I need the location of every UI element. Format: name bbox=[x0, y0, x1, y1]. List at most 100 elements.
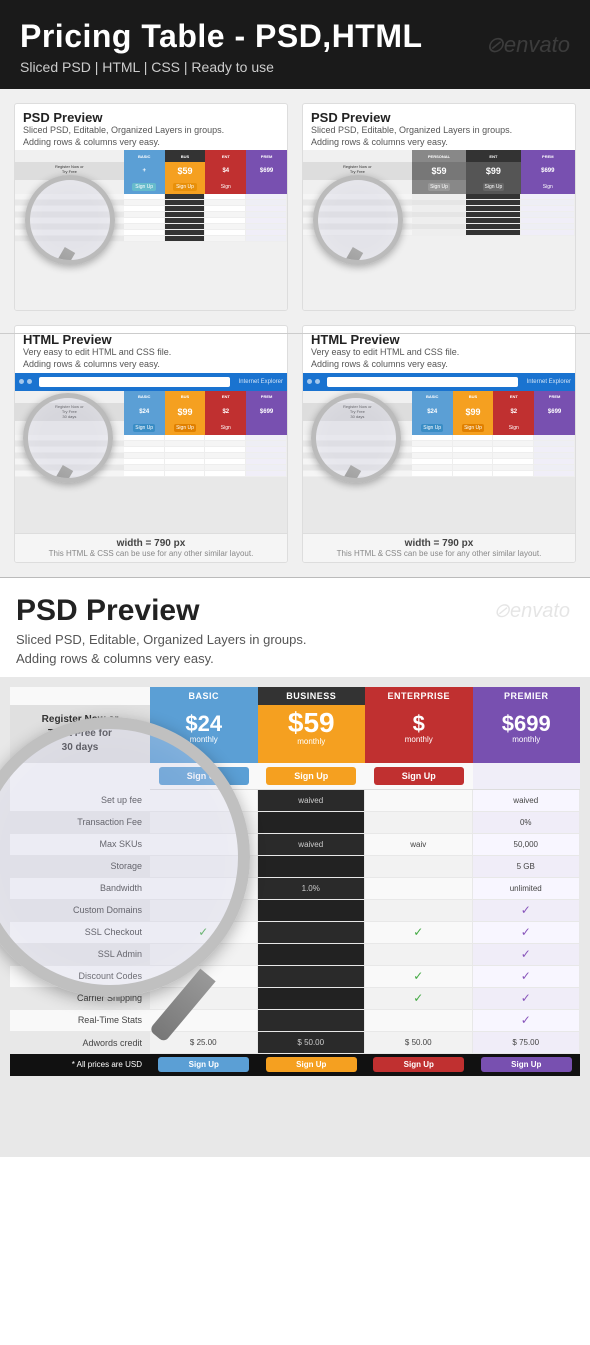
cell-enterprise-discount: ✓ bbox=[365, 966, 473, 988]
browser-dot bbox=[315, 379, 320, 384]
price-amount-premier: $699 bbox=[475, 713, 579, 735]
signup-button-business[interactable]: Sign Up bbox=[266, 767, 356, 785]
width-note-2: width = 790 px bbox=[311, 538, 567, 549]
cell-business-carrier bbox=[258, 988, 366, 1010]
bottom-header: ⊘envato PSD Preview Sliced PSD, Editable… bbox=[0, 578, 590, 677]
footer-signup-premier[interactable]: Sign Up bbox=[481, 1057, 572, 1072]
html-note-2: This HTML & CSS can be use for any other… bbox=[311, 549, 567, 558]
bottom-description: Sliced PSD, Editable, Organized Layers i… bbox=[16, 630, 574, 669]
magnifier-4 bbox=[311, 393, 401, 483]
cell-enterprise-transaction bbox=[365, 812, 473, 834]
data-col-business: waived waived 1.0% bbox=[258, 790, 366, 1032]
panel-label-4: HTML Preview Very easy to edit HTML and … bbox=[303, 326, 575, 372]
panel-thumbnail-3: Internet Explorer BASIC BUS ENT PREM Reg… bbox=[15, 373, 287, 533]
cell-premier-bandwidth: unlimited bbox=[473, 878, 581, 900]
footer-cell-premier[interactable]: Sign Up bbox=[473, 1054, 581, 1076]
cell-enterprise-stats bbox=[365, 1010, 473, 1032]
cell-enterprise-storage bbox=[365, 856, 473, 878]
footer-signup-business[interactable]: Sign Up bbox=[266, 1057, 357, 1072]
footer-signup-enterprise[interactable]: Sign Up bbox=[373, 1057, 464, 1072]
cell-premier-transaction: 0% bbox=[473, 812, 581, 834]
price-amount-business: $59 bbox=[260, 709, 364, 737]
psd-preview-panel-2: PSD Preview Sliced PSD, Editable, Organi… bbox=[302, 103, 576, 311]
panel-title-3: HTML Preview bbox=[23, 332, 279, 347]
data-col-premier: waived 0% 50,000 5 GB unlimited ✓ ✓ ✓ ✓ … bbox=[473, 790, 581, 1032]
cell-premier-maxsku: 50,000 bbox=[473, 834, 581, 856]
panel-desc-1: Sliced PSD, Editable, Organized Layers i… bbox=[23, 125, 279, 148]
signup-cell-business[interactable]: Sign Up bbox=[258, 763, 366, 789]
row-label-stats: Real-Time Stats bbox=[10, 1010, 150, 1032]
cell-enterprise-ssl-checkout: ✓ bbox=[365, 922, 473, 944]
panel-desc-2: Sliced PSD, Editable, Organized Layers i… bbox=[311, 125, 567, 148]
cell-business-stats bbox=[258, 1010, 366, 1032]
signup-cell-enterprise[interactable]: Sign Up bbox=[365, 763, 473, 789]
bottom-watermark: ⊘envato bbox=[493, 598, 570, 623]
price-premier: $699 monthly bbox=[473, 705, 581, 763]
page-subtitle: Sliced PSD | HTML | CSS | Ready to use bbox=[20, 59, 570, 75]
price-period-premier: monthly bbox=[475, 735, 579, 744]
browser-bar-text: Internet Explorer bbox=[239, 379, 283, 385]
preview-grid: PSD Preview Sliced PSD, Editable, Organi… bbox=[0, 89, 590, 577]
cell-business-transaction bbox=[258, 812, 366, 834]
panel-title-2: PSD Preview bbox=[311, 110, 567, 125]
panel-title-1: PSD Preview bbox=[23, 110, 279, 125]
magnifier-1 bbox=[25, 175, 115, 265]
cell-premier-setup: waived bbox=[473, 790, 581, 812]
footer-row: * All prices are USD Sign Up Sign Up Sig… bbox=[10, 1054, 580, 1076]
browser-dot bbox=[19, 379, 24, 384]
browser-address bbox=[39, 377, 230, 387]
col-header-basic: BASIC bbox=[150, 687, 258, 705]
footer-cell-business[interactable]: Sign Up bbox=[258, 1054, 366, 1076]
cell-enterprise-custom bbox=[365, 900, 473, 922]
bottom-heading: PSD Preview bbox=[16, 594, 574, 628]
footer-signup-basic[interactable]: Sign Up bbox=[158, 1057, 249, 1072]
footer-note: * All prices are USD bbox=[10, 1054, 150, 1076]
price-business: $59 monthly bbox=[258, 705, 366, 763]
price-amount-enterprise: $ bbox=[367, 713, 471, 735]
price-period-business: monthly bbox=[260, 737, 364, 746]
header: Pricing Table - PSD,HTML Sliced PSD | HT… bbox=[0, 0, 590, 89]
adwords-row: Adwords credit $ 25.00 $ 50.00 $ 50.00 $… bbox=[10, 1032, 580, 1054]
adwords-business: $ 50.00 bbox=[258, 1032, 366, 1054]
adwords-premier: $ 75.00 bbox=[473, 1032, 581, 1054]
magnifier-2 bbox=[313, 175, 403, 265]
data-col-enterprise: waiv ✓ ✓ ✓ bbox=[365, 790, 473, 1032]
panel-label-1: PSD Preview Sliced PSD, Editable, Organi… bbox=[15, 104, 287, 150]
panel-desc-4: Very easy to edit HTML and CSS file.Addi… bbox=[311, 347, 567, 370]
col-header-enterprise: ENTERPRISE bbox=[365, 687, 473, 705]
cell-business-storage bbox=[258, 856, 366, 878]
panel-label-3: HTML Preview Very easy to edit HTML and … bbox=[15, 326, 287, 372]
panel-title-4: HTML Preview bbox=[311, 332, 567, 347]
price-period-enterprise: monthly bbox=[367, 735, 471, 744]
magnifier-3 bbox=[23, 393, 113, 483]
panel-thumbnail-2: PERSONAL ENT PREM Register Now orTry Fre… bbox=[303, 150, 575, 310]
cell-premier-ssl-admin: ✓ bbox=[473, 944, 581, 966]
header-watermark: ⊘envato bbox=[486, 32, 571, 58]
footer-cell-basic[interactable]: Sign Up bbox=[150, 1054, 258, 1076]
panel-thumbnail-4: Internet Explorer BASIC BUS ENT PREM Reg… bbox=[303, 373, 575, 533]
signup-button-enterprise[interactable]: Sign Up bbox=[374, 767, 464, 785]
cell-business-ssl-checkout bbox=[258, 922, 366, 944]
col-header-premier: PREMIER bbox=[473, 687, 581, 705]
panel-info-3: width = 790 px This HTML & CSS can be us… bbox=[15, 533, 287, 562]
price-enterprise: $ monthly bbox=[365, 705, 473, 763]
html-note-1: This HTML & CSS can be use for any other… bbox=[23, 549, 279, 558]
panel-label-2: PSD Preview Sliced PSD, Editable, Organi… bbox=[303, 104, 575, 150]
cell-business-custom bbox=[258, 900, 366, 922]
adwords-enterprise: $ 50.00 bbox=[365, 1032, 473, 1054]
cell-business-bandwidth: 1.0% bbox=[258, 878, 366, 900]
browser-dot bbox=[307, 379, 312, 384]
footer-cell-enterprise[interactable]: Sign Up bbox=[365, 1054, 473, 1076]
cell-enterprise-carrier: ✓ bbox=[365, 988, 473, 1010]
browser-bar-text: Internet Explorer bbox=[527, 379, 571, 385]
panel-info-4: width = 790 px This HTML & CSS can be us… bbox=[303, 533, 575, 562]
cell-premier-storage: 5 GB bbox=[473, 856, 581, 878]
adwords-label: Adwords credit bbox=[10, 1032, 150, 1054]
col-header-business: BUSINESS bbox=[258, 687, 366, 705]
html-preview-panel-1: HTML Preview Very easy to edit HTML and … bbox=[14, 325, 288, 562]
cell-enterprise-setup bbox=[365, 790, 473, 812]
large-preview: ⊘envato BASIC BUSINESS ENTERPRISE PREMIE… bbox=[0, 677, 590, 1157]
width-note-1: width = 790 px bbox=[23, 538, 279, 549]
col-headers-row: BASIC BUSINESS ENTERPRISE PREMIER bbox=[150, 687, 580, 705]
cell-enterprise-bandwidth bbox=[365, 878, 473, 900]
